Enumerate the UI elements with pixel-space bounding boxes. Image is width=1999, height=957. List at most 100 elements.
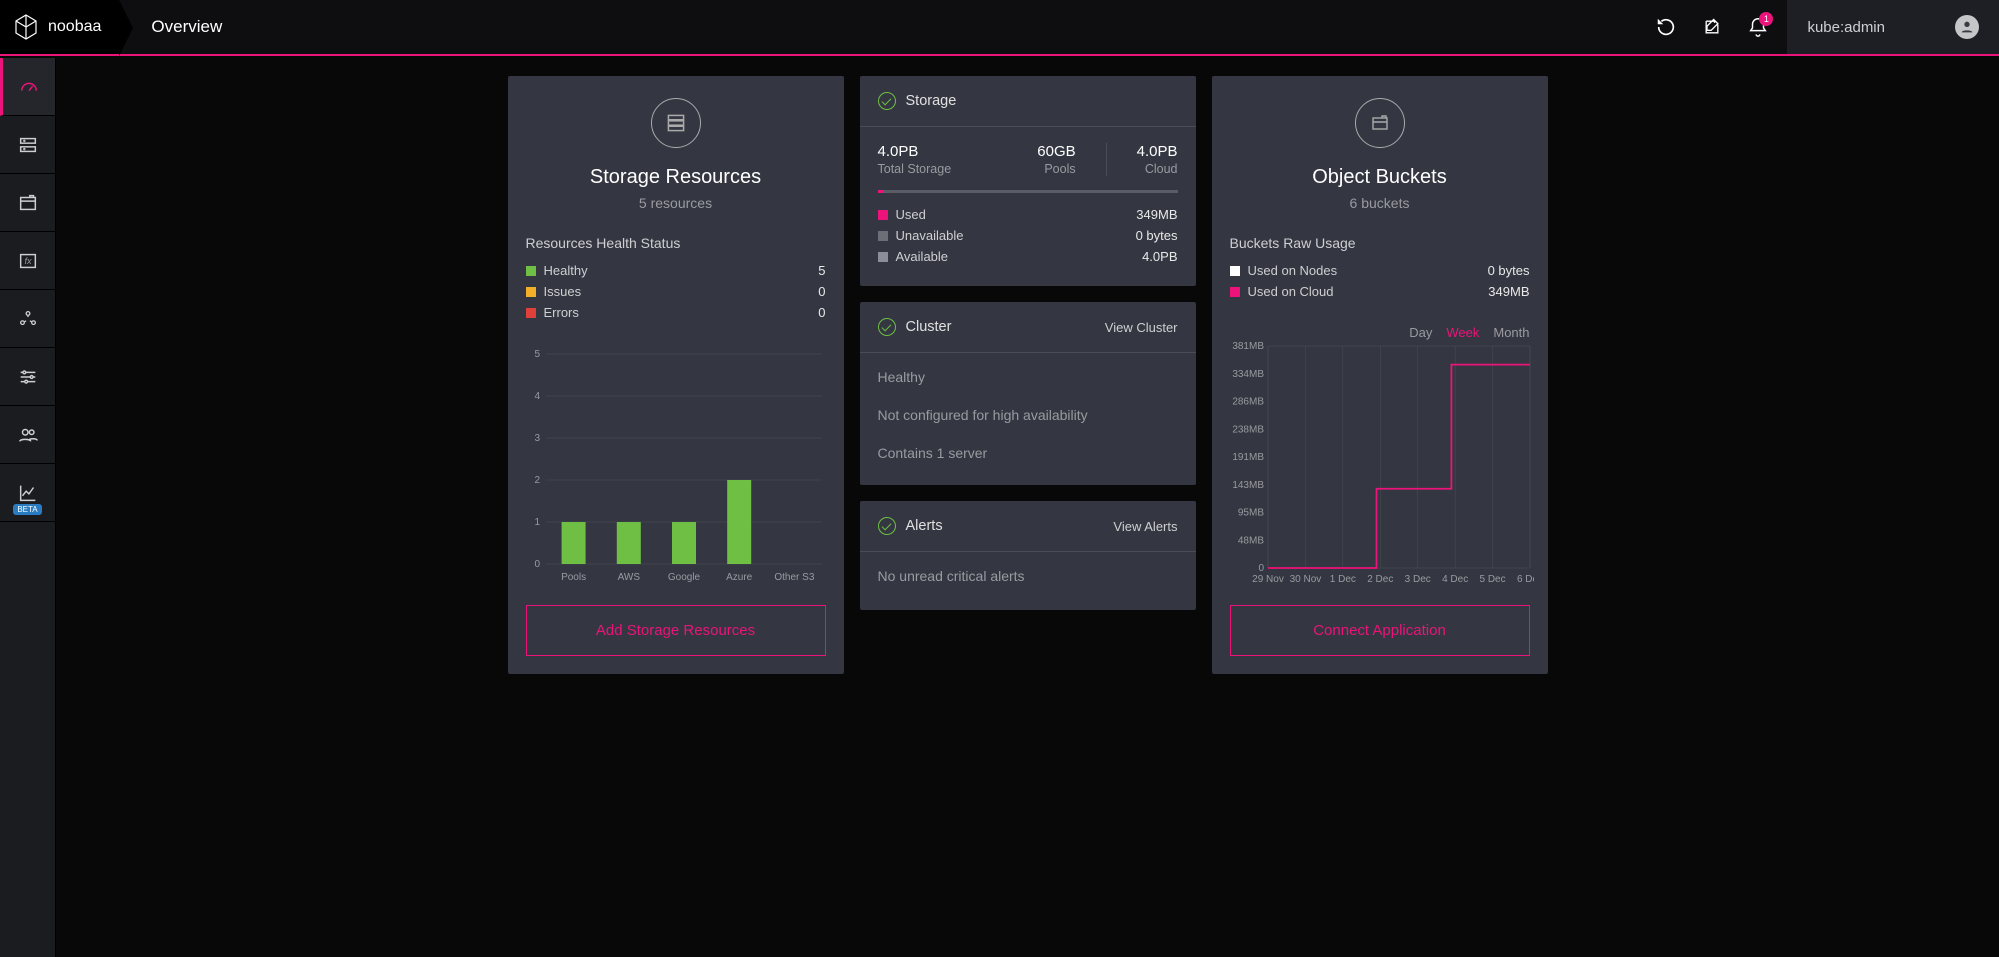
stat-row: Errors0	[526, 305, 826, 320]
edit-icon[interactable]	[1701, 16, 1723, 38]
svg-text:3: 3	[534, 433, 540, 444]
svg-text:2 Dec: 2 Dec	[1367, 574, 1393, 585]
svg-text:238MB: 238MB	[1232, 424, 1264, 435]
svg-text:30 Nov: 30 Nov	[1289, 574, 1321, 585]
nav-cluster[interactable]	[0, 290, 55, 348]
total-storage-value: 4.0PB	[878, 143, 1022, 160]
svg-text:0: 0	[534, 559, 540, 570]
range-month[interactable]: Month	[1493, 325, 1529, 340]
card-storage-resources: Storage Resources 5 resources Resources …	[508, 76, 844, 674]
user-menu[interactable]: kube:admin	[1787, 0, 1999, 54]
stat-row: Unavailable0 bytes	[878, 228, 1178, 243]
add-storage-button[interactable]: Add Storage Resources	[526, 605, 826, 656]
nav-accounts[interactable]	[0, 406, 55, 464]
resources-subtitle: 5 resources	[526, 195, 826, 211]
svg-text:381MB: 381MB	[1232, 341, 1264, 352]
range-week[interactable]: Week	[1446, 325, 1479, 340]
stat-row: Used on Cloud349MB	[1230, 284, 1530, 299]
svg-text:fx: fx	[24, 255, 32, 265]
check-icon	[878, 318, 896, 336]
card-alerts: Alerts View Alerts No unread critical al…	[860, 501, 1196, 610]
buckets-subtitle: 6 buckets	[1230, 195, 1530, 211]
cloud-value: 4.0PB	[1137, 143, 1178, 160]
top-actions: 1	[1655, 16, 1787, 38]
cluster-servers: Contains 1 server	[878, 445, 1178, 461]
nav-overview[interactable]	[0, 58, 55, 116]
card-storage: Storage 4.0PB Total Storage 60GB Pools	[860, 76, 1196, 286]
svg-text:29 Nov: 29 Nov	[1252, 574, 1284, 585]
pools-value: 60GB	[1037, 143, 1075, 160]
buckets-icon	[1355, 98, 1405, 148]
sidebar: fx BETA	[0, 58, 56, 957]
top-bar: noobaa Overview 1 kube:admin	[0, 0, 1999, 56]
svg-text:Azure: Azure	[726, 572, 753, 583]
svg-text:Pools: Pools	[561, 572, 586, 583]
svg-text:1: 1	[534, 517, 540, 528]
refresh-icon[interactable]	[1655, 16, 1677, 38]
svg-text:334MB: 334MB	[1232, 369, 1264, 380]
page-title: Overview	[151, 17, 222, 37]
buckets-title: Object Buckets	[1230, 166, 1530, 189]
range-day[interactable]: Day	[1409, 325, 1432, 340]
view-alerts-link[interactable]: View Alerts	[1113, 519, 1177, 534]
svg-text:143MB: 143MB	[1232, 480, 1264, 491]
card-cluster: Cluster View Cluster Healthy Not configu…	[860, 302, 1196, 485]
resources-bar-chart: 0 1 2 3 4 5 Pools AWS Google Azure Other S3	[526, 346, 826, 586]
svg-text:95MB: 95MB	[1237, 508, 1263, 519]
view-cluster-link[interactable]: View Cluster	[1105, 320, 1178, 335]
cluster-status: Healthy	[878, 369, 1178, 385]
usage-line-chart: 0 48MB 95MB 143MB 191MB 238MB 286MB 334MB 381MB 2…	[1230, 340, 1534, 586]
card-buckets: Object Buckets 6 buckets Buckets Raw Usa…	[1212, 76, 1548, 674]
svg-text:4 Dec: 4 Dec	[1442, 574, 1468, 585]
cloud-label: Cloud	[1137, 162, 1178, 176]
pools-label: Pools	[1037, 162, 1075, 176]
check-icon	[878, 517, 896, 535]
storage-title: Storage	[906, 93, 957, 109]
range-tabs: Day Week Month	[1230, 325, 1530, 340]
svg-text:2: 2	[534, 475, 540, 486]
alerts-title: Alerts	[906, 518, 943, 534]
resources-title: Storage Resources	[526, 166, 826, 189]
svg-text:4: 4	[534, 391, 540, 402]
nav-buckets[interactable]	[0, 174, 55, 232]
main-content: Storage Resources 5 resources Resources …	[56, 58, 1999, 957]
username: kube:admin	[1807, 19, 1885, 36]
notification-badge: 1	[1759, 12, 1773, 26]
stat-row: Available4.0PB	[878, 249, 1178, 264]
stat-row: Healthy5	[526, 263, 826, 278]
svg-text:Other S3: Other S3	[774, 572, 814, 583]
svg-text:286MB: 286MB	[1232, 397, 1264, 408]
stat-row: Used on Nodes0 bytes	[1230, 263, 1530, 278]
avatar-icon	[1955, 15, 1979, 39]
nav-settings[interactable]	[0, 348, 55, 406]
cluster-title: Cluster	[906, 319, 952, 335]
stat-row: Used349MB	[878, 207, 1178, 222]
resources-icon	[651, 98, 701, 148]
total-storage-label: Total Storage	[878, 162, 1022, 176]
svg-text:191MB: 191MB	[1232, 452, 1264, 463]
svg-text:48MB: 48MB	[1237, 535, 1263, 546]
brand-text: noobaa	[48, 18, 101, 36]
svg-text:6 Dec: 6 Dec	[1516, 574, 1533, 585]
cluster-ha: Not configured for high availability	[878, 407, 1178, 423]
svg-text:5 Dec: 5 Dec	[1479, 574, 1505, 585]
notifications-icon[interactable]: 1	[1747, 16, 1769, 38]
svg-text:0: 0	[1258, 563, 1264, 574]
alerts-empty: No unread critical alerts	[878, 568, 1178, 584]
svg-text:AWS: AWS	[617, 572, 640, 583]
svg-text:5: 5	[534, 349, 540, 360]
svg-text:Google: Google	[667, 572, 700, 583]
logo-icon	[12, 13, 40, 41]
check-icon	[878, 92, 896, 110]
usage-header: Buckets Raw Usage	[1230, 235, 1530, 251]
connect-app-button[interactable]: Connect Application	[1230, 605, 1530, 656]
brand-block[interactable]: noobaa	[0, 0, 119, 54]
stat-row: Issues0	[526, 284, 826, 299]
storage-bar	[878, 190, 1178, 193]
health-header: Resources Health Status	[526, 235, 826, 251]
nav-resources[interactable]	[0, 116, 55, 174]
svg-text:3 Dec: 3 Dec	[1404, 574, 1430, 585]
beta-badge: BETA	[13, 504, 41, 515]
nav-functions[interactable]: fx	[0, 232, 55, 290]
nav-analytics[interactable]: BETA	[0, 464, 55, 522]
